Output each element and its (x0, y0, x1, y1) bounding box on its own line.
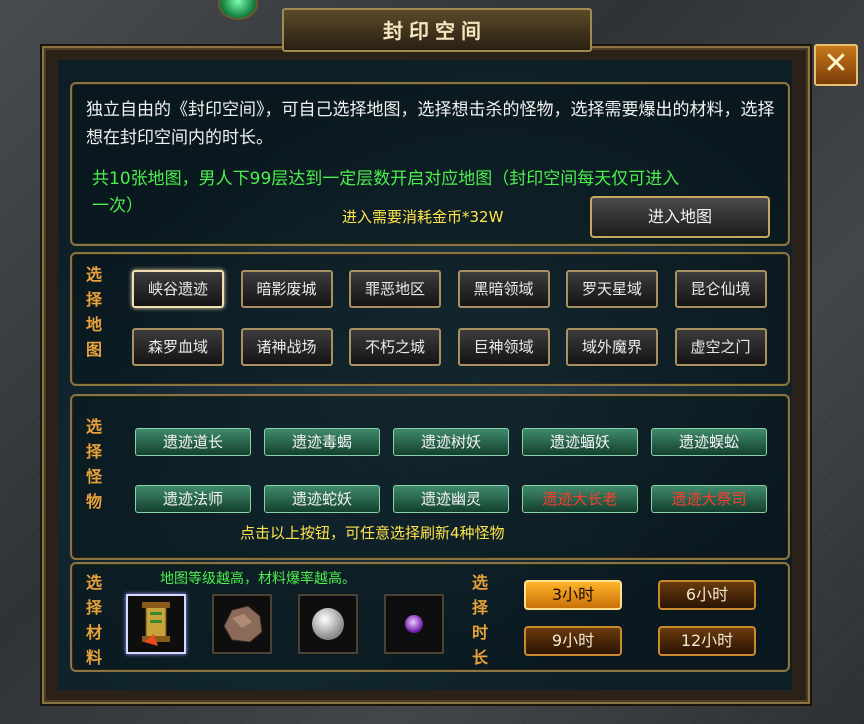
map-button[interactable]: 诸神战场 (240, 328, 333, 366)
monster-hint: 点击以上按钮，可任意选择刷新4种怪物 (240, 524, 505, 542)
material-section-label: 选择材料 (85, 573, 102, 667)
time-option-button[interactable]: 3小时 (524, 580, 622, 610)
map-button[interactable]: 罪恶地区 (349, 270, 441, 308)
monster-button[interactable]: 遗迹蝠妖 (522, 428, 638, 456)
time-option-button[interactable]: 9小时 (524, 626, 622, 656)
window-title: 封印空间 (383, 19, 487, 43)
enter-map-button[interactable]: 进入地图 (590, 196, 770, 238)
material-slot-pearl[interactable] (298, 594, 358, 654)
pearl-item-icon (312, 608, 344, 640)
monster-button[interactable]: 遗迹幽灵 (393, 485, 509, 513)
map-button[interactable]: 暗影废城 (240, 270, 333, 308)
material-slot-ore[interactable] (212, 594, 272, 654)
map-button[interactable]: 峡谷遗迹 (132, 270, 224, 308)
monster-button[interactable]: 遗迹蛇妖 (264, 485, 380, 513)
monster-button[interactable]: 遗迹道长 (135, 428, 251, 456)
time-section-label: 选择时长 (471, 573, 488, 667)
monster-button[interactable]: 遗迹大祭司 (651, 485, 767, 513)
material-slot-gem[interactable] (384, 594, 444, 654)
time-option-button[interactable]: 6小时 (658, 580, 756, 610)
intro-description: 独立自由的《封印空间》，可自己选择地图，选择想击杀的怪物，选择需要爆出的材料，选… (86, 100, 775, 148)
monster-button[interactable]: 遗迹树妖 (393, 428, 509, 456)
enter-cost: 进入需要消耗金币*32W (342, 208, 504, 226)
monster-button[interactable]: 遗迹大长老 (522, 485, 638, 513)
map-button[interactable]: 不朽之城 (349, 328, 441, 366)
map-button[interactable]: 域外魔界 (566, 328, 658, 366)
map-button[interactable]: 森罗血域 (132, 328, 224, 366)
material-slot-scroll[interactable] (126, 594, 186, 654)
map-button[interactable]: 巨神领域 (457, 328, 550, 366)
purple-gem-icon (405, 615, 423, 633)
scroll-item-icon (142, 602, 170, 646)
close-button[interactable]: ✕ (814, 44, 858, 86)
monster-button[interactable]: 遗迹毒蝎 (264, 428, 380, 456)
time-option-button[interactable]: 12小时 (658, 626, 756, 656)
map-section-label: 选择地图 (85, 265, 102, 359)
monster-button[interactable]: 遗迹蜈蚣 (651, 428, 767, 456)
monster-button[interactable]: 遗迹法师 (135, 485, 251, 513)
map-button[interactable]: 昆仑仙境 (674, 270, 767, 308)
map-button[interactable]: 黑暗领域 (457, 270, 550, 308)
map-button[interactable]: 虚空之门 (674, 328, 767, 366)
ore-item-icon (223, 605, 263, 643)
map-button[interactable]: 罗天星域 (566, 270, 658, 308)
monster-section-label: 选择怪物 (85, 417, 102, 511)
material-note: 地图等级越高，材料爆率越高。 (160, 571, 356, 587)
